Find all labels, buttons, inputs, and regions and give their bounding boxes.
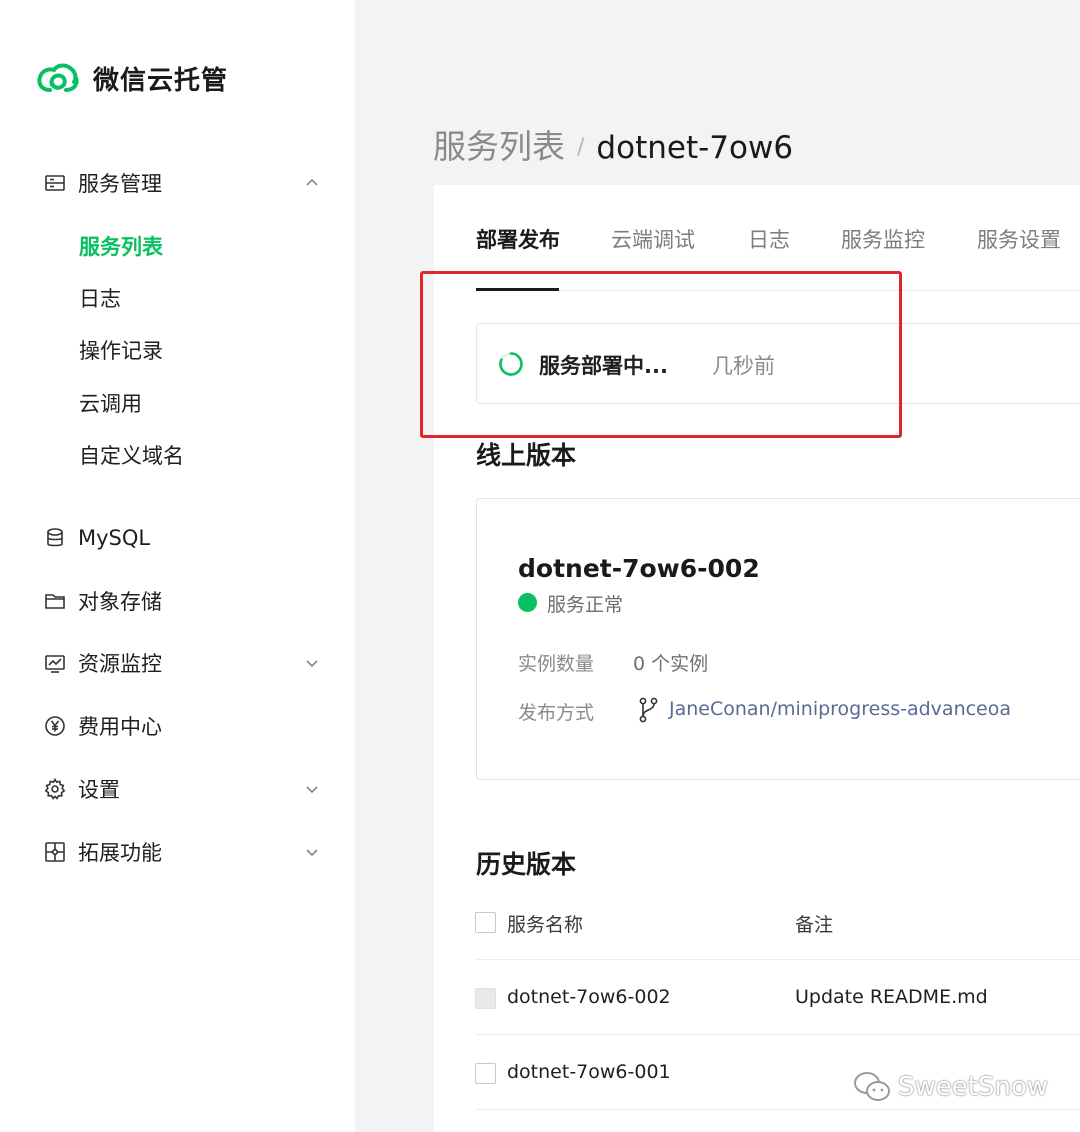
git-branch-icon [639,697,658,723]
select-all-checkbox[interactable] [475,912,496,933]
tab-cloud-debug[interactable]: 云端调试 [611,224,695,256]
sidebar-item-billing[interactable]: 费用中心 [42,709,322,743]
deploy-status-text: 服务部署中... [539,354,668,378]
sidebar-item-label: MySQL [78,526,151,550]
instances-value: 0 个实例 [633,653,709,675]
breadcrumb-separator: / [577,135,585,160]
table-divider [476,959,1080,960]
sidebar-item-label: 资源监控 [78,652,162,676]
chevron-up-icon[interactable] [302,173,322,193]
sidebar-item-label: 拓展功能 [78,841,162,865]
instances-label: 实例数量 [518,653,595,675]
sidebar-item-object-storage[interactable]: 对象存储 [42,584,322,618]
server-list-icon [42,170,68,196]
row-checkbox [475,988,496,1009]
tab-bar-divider [476,290,1080,291]
app-logo[interactable]: 微信云托管 [36,60,228,97]
watermark: SweetSnow [852,1069,1048,1105]
sidebar-subitem-cloud-call[interactable]: 云调用 [79,386,142,420]
tab-deploy-release[interactable]: 部署发布 [476,224,560,256]
gear-icon [42,776,68,802]
publish-method-label: 发布方式 [518,702,595,724]
wechat-bubble-icon [854,1072,890,1101]
tab-service-monitor[interactable]: 服务监控 [841,224,925,256]
row-checkbox[interactable] [475,1063,496,1084]
online-version-name: dotnet-7ow6-002 [518,554,760,583]
sidebar-item-label: 费用中心 [78,715,162,739]
page-title: dotnet-7ow6 [596,130,794,166]
breadcrumb: 服务列表 / dotnet-7ow6 [433,120,793,166]
breadcrumb-parent-link[interactable]: 服务列表 [433,120,565,168]
sidebar-subitem-logs[interactable]: 日志 [79,281,121,315]
extension-icon [42,839,68,865]
monitor-chart-icon [42,650,68,676]
online-version-card [476,498,1080,780]
wechat-cloud-logo-icon [37,63,79,92]
sidebar-item-label: 设置 [78,778,120,802]
sidebar-subitem-service-list[interactable]: 服务列表 [79,229,163,263]
table-row-name: dotnet-7ow6-002 [507,986,671,1008]
sidebar-item-settings[interactable]: 设置 [42,772,322,806]
table-row-note: Update README.md [795,986,988,1008]
sidebar-item-label: 对象存储 [78,590,162,614]
deploy-status-time: 几秒前 [712,354,775,378]
column-header-note: 备注 [795,914,834,936]
status-dot-icon [518,593,537,612]
sidebar-subitem-custom-domain[interactable]: 自定义域名 [79,438,184,472]
chevron-down-icon[interactable] [302,653,322,673]
sidebar-item-resource-monitor[interactable]: 资源监控 [42,646,322,680]
loading-spinner-icon [499,352,523,376]
table-divider [476,1034,1080,1035]
sidebar-item-service-management[interactable]: 服务管理 [42,166,322,200]
online-version-title: 线上版本 [476,441,577,470]
status-badge: 服务正常 [547,594,624,616]
sidebar: 微信云托管 服务管理 服务列表 日志 操作记录 云调用 自定义域名 MySQL [0,0,355,1132]
watermark-text: SweetSnow [898,1072,1049,1102]
sidebar-item-extensions[interactable]: 拓展功能 [42,835,322,869]
active-tab-indicator [476,288,559,291]
tab-service-settings[interactable]: 服务设置 [977,224,1061,256]
database-icon [42,525,68,551]
sidebar-subitem-operation-records[interactable]: 操作记录 [79,333,163,367]
column-header-service-name: 服务名称 [507,914,584,936]
sidebar-item-label: 服务管理 [78,172,162,196]
yen-circle-icon [42,713,68,739]
chevron-down-icon[interactable] [302,842,322,862]
history-version-title: 历史版本 [476,850,577,879]
app-title: 微信云托管 [93,66,229,96]
table-divider [476,1109,1080,1110]
folder-icon [42,588,68,614]
repository-link[interactable]: JaneConan/miniprogress-advanceoa [669,698,1011,720]
sidebar-item-mysql[interactable]: MySQL [42,521,322,555]
tab-logs[interactable]: 日志 [748,224,790,256]
chevron-down-icon[interactable] [302,779,322,799]
table-row-name: dotnet-7ow6-001 [507,1061,671,1083]
